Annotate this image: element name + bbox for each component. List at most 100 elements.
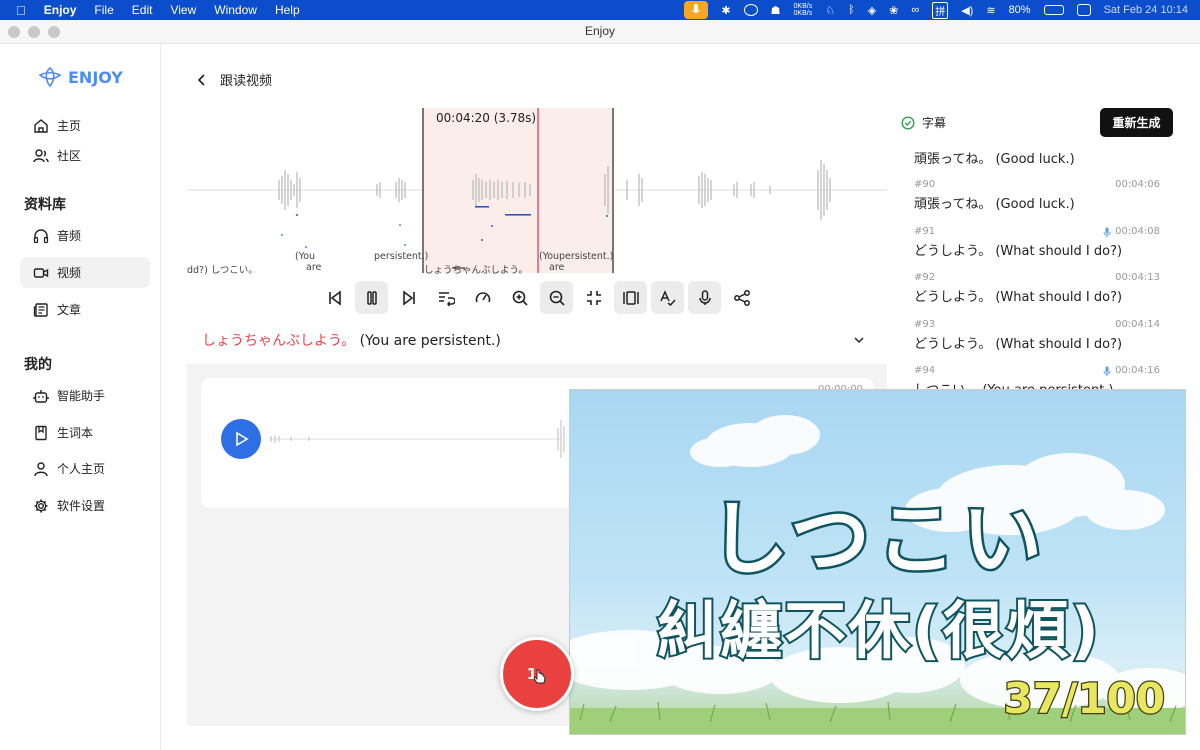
menu-edit[interactable]: Edit [132, 3, 153, 17]
mine-heading: 我的 [24, 357, 52, 373]
video-camera-icon [33, 267, 49, 278]
nav-vocabulary-label: 生词本 [57, 426, 94, 440]
subtitle-time-text: 00:04:06 [1115, 179, 1160, 190]
record-mic-button[interactable] [688, 281, 721, 314]
subtitle-text: 頑張ってね。 (Good luck.) [914, 197, 1075, 212]
waveform[interactable] [187, 108, 887, 273]
chevron-down-icon[interactable] [852, 333, 866, 347]
wifi-icon[interactable]: ≋ [986, 4, 995, 17]
waveform-label: (You [295, 251, 316, 262]
menu-view[interactable]: View [170, 3, 196, 17]
fit-button[interactable] [577, 281, 610, 314]
layers-icon[interactable]: ◈ [868, 4, 876, 17]
notebook-icon [35, 425, 47, 440]
subtitle-text: どうしよう。 (What should I do?) [914, 244, 1123, 259]
newspaper-icon [33, 302, 48, 317]
nav-settings[interactable]: 软件设置 [20, 490, 150, 521]
subtitle-item[interactable]: #91 00:04:08 どうしよう。 (What should I do?) [914, 226, 1160, 259]
waveform-label: are [306, 262, 322, 273]
microphone-status-icon[interactable] [684, 1, 709, 19]
subtitle-time-text: 00:04:16 [1115, 365, 1160, 376]
subtitle-list[interactable]: 頑張ってね。 (Good luck.) #90 00:04:06 頑張ってね。 … [900, 146, 1170, 390]
playback-speed-button[interactable] [466, 281, 499, 314]
pause-button[interactable] [355, 281, 388, 314]
subtitles-header: 字幕 [901, 114, 946, 131]
nav-article[interactable]: 文章 [20, 294, 150, 325]
volume-icon[interactable]: ◀) [961, 4, 973, 17]
apple-menu-icon[interactable]:  [16, 3, 26, 18]
waveform-label: persistent.) [559, 251, 614, 262]
subtitle-item[interactable]: #94 00:04:16 しつこい。 (You are persistent.) [914, 365, 1160, 390]
status-app-icon-1[interactable]: ✱ [721, 4, 730, 17]
menu-file[interactable]: File [94, 3, 113, 17]
status-app-icon-2[interactable] [743, 4, 758, 16]
menu-window[interactable]: Window [214, 3, 257, 17]
subtitle-item[interactable]: 頑張ってね。 (Good luck.) [914, 148, 1160, 167]
nav-video[interactable]: 视频 [20, 257, 150, 288]
video-title-japanese: しつこい [706, 491, 1049, 589]
record-button[interactable]: 1 [500, 637, 574, 711]
nav-home-label: 主页 [57, 119, 82, 133]
subtitle-item[interactable]: #93 00:04:14 どうしよう。 (What should I do?) [914, 319, 1160, 352]
nav-assistant-label: 智能助手 [57, 389, 106, 403]
menu-app-name[interactable]: Enjoy [44, 3, 77, 17]
waveform-label: (You [539, 251, 560, 262]
nav-vocabulary[interactable]: 生词本 [20, 417, 150, 448]
subtitle-time: 00:04:16 [1103, 365, 1160, 376]
nav-settings-label: 软件设置 [57, 499, 106, 513]
selected-region[interactable] [423, 108, 613, 273]
repeat-button[interactable] [429, 281, 462, 314]
wechat-icon[interactable]: ❀ [889, 4, 898, 17]
list-repeat-icon [438, 291, 455, 306]
nav-home[interactable]: 主页 [20, 110, 150, 141]
input-method-icon[interactable]: 拼 [932, 1, 949, 19]
zoom-out-icon [549, 290, 565, 306]
zoom-in-button[interactable] [503, 281, 536, 314]
skip-forward-icon [402, 289, 415, 306]
subtitle-item[interactable]: #92 00:04:13 どうしよう。 (What should I do?) [914, 272, 1160, 305]
binoculars-icon[interactable]: ∞ [911, 4, 919, 16]
region-time: 00:04:20 (3.78s) [436, 111, 537, 125]
app-logo[interactable]: ENJOY [38, 66, 123, 88]
logo-text: ENJOY [68, 67, 123, 87]
microphone-icon [698, 289, 711, 305]
subtitle-text: どうしよう。 (What should I do?) [914, 290, 1123, 305]
share-button[interactable] [725, 281, 758, 314]
menu-help[interactable]: Help [275, 3, 300, 17]
video-player[interactable]: しつこい 糾纏不休(很煩) 37/100 [569, 389, 1186, 735]
headphones-icon [33, 228, 49, 243]
nav-assistant[interactable]: 智能助手 [20, 380, 150, 411]
region-select-button[interactable] [614, 281, 647, 314]
nav-article-label: 文章 [57, 303, 82, 317]
subtitle-time: 00:04:14 [1115, 319, 1160, 330]
nav-community[interactable]: 社区 [20, 140, 150, 171]
regenerate-button[interactable]: 重新生成 [1100, 108, 1173, 137]
status-app-icon-4[interactable]: ♘ [825, 4, 835, 17]
player-toolbar [318, 281, 758, 314]
home-icon [34, 118, 48, 133]
window-title: Enjoy [584, 24, 616, 38]
bluetooth-icon[interactable]: ᛒ [848, 4, 855, 16]
zoom-out-button[interactable] [540, 281, 573, 314]
waveform-label: しょうちゃんぶしよう。 [424, 265, 528, 276]
mic-small-icon [1103, 227, 1111, 237]
datetime[interactable]: Sat Feb 24 10:14 [1104, 4, 1188, 16]
status-app-icon-3[interactable]: ☗ [771, 4, 781, 17]
subtitle-time: 00:04:06 [1115, 179, 1160, 190]
chevron-left-icon [197, 73, 205, 86]
control-center-icon[interactable] [1076, 4, 1091, 16]
subtitle-item[interactable]: #90 00:04:06 頑張ってね。 (Good luck.) [914, 179, 1160, 212]
spell-check-button[interactable] [651, 281, 684, 314]
mic-small-icon [1103, 366, 1111, 376]
next-segment-button[interactable] [392, 281, 425, 314]
play-recording-button[interactable] [221, 419, 261, 459]
caption-japanese[interactable]: しょうちゃんぶしよう。 [202, 333, 355, 349]
bot-icon [33, 389, 49, 403]
previous-segment-button[interactable] [318, 281, 351, 314]
pause-icon [366, 290, 377, 305]
nav-audio[interactable]: 音频 [20, 220, 150, 251]
nav-profile[interactable]: 个人主页 [20, 453, 150, 484]
back-link[interactable]: 跟读视频 [196, 70, 272, 89]
battery-icon[interactable] [1043, 5, 1064, 15]
video-title-chinese: 糾纏不休(很煩) [654, 592, 1101, 669]
